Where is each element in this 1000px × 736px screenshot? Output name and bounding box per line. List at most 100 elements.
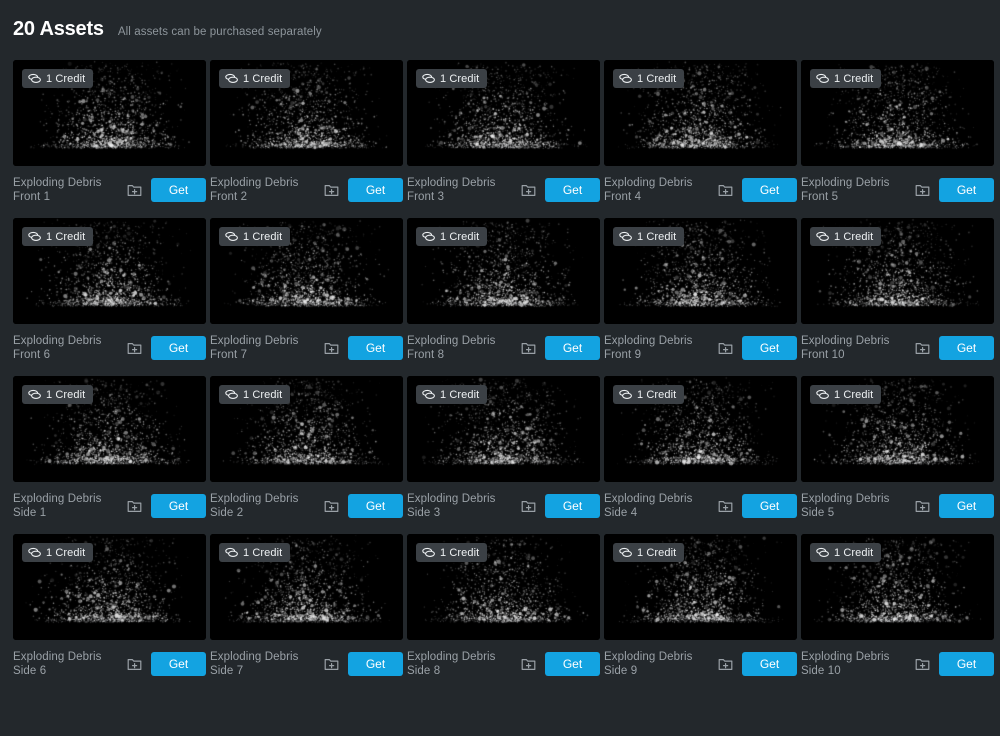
- add-to-collection-button[interactable]: [912, 338, 932, 358]
- add-to-collection-button[interactable]: [518, 654, 538, 674]
- asset-card-18[interactable]: 1 Credit Exploding Debris Side 8 Get: [407, 534, 600, 678]
- coin-stack-icon: [422, 547, 435, 557]
- asset-name: Exploding Debris Side 9: [604, 650, 693, 677]
- asset-card-20[interactable]: 1 Credit Exploding Debris Side 10 Get: [801, 534, 994, 678]
- credit-badge-label: 1 Credit: [637, 72, 677, 85]
- asset-thumbnail[interactable]: 1 Credit: [604, 218, 797, 324]
- get-button[interactable]: Get: [742, 651, 797, 676]
- add-to-collection-button[interactable]: [912, 654, 932, 674]
- get-button[interactable]: Get: [939, 651, 994, 676]
- get-button[interactable]: Get: [939, 177, 994, 202]
- asset-card-6[interactable]: 1 Credit Exploding Debris Front 6 Get: [13, 218, 206, 362]
- asset-thumbnail[interactable]: 1 Credit: [801, 376, 994, 482]
- get-button[interactable]: Get: [151, 335, 206, 360]
- asset-card-19[interactable]: 1 Credit Exploding Debris Side 9 Get: [604, 534, 797, 678]
- asset-thumbnail[interactable]: 1 Credit: [13, 218, 206, 324]
- asset-thumbnail[interactable]: 1 Credit: [604, 376, 797, 482]
- add-to-collection-button[interactable]: [912, 180, 932, 200]
- asset-card-8[interactable]: 1 Credit Exploding Debris Front 8 Get: [407, 218, 600, 362]
- asset-card-11[interactable]: 1 Credit Exploding Debris Side 1 Get: [13, 376, 206, 520]
- asset-card-9[interactable]: 1 Credit Exploding Debris Front 9 Get: [604, 218, 797, 362]
- add-to-collection-button[interactable]: [124, 654, 144, 674]
- add-to-collection-button[interactable]: [321, 338, 341, 358]
- get-button[interactable]: Get: [151, 651, 206, 676]
- asset-card-3[interactable]: 1 Credit Exploding Debris Front 3 Get: [407, 60, 600, 204]
- add-to-collection-button[interactable]: [124, 496, 144, 516]
- add-to-collection-button[interactable]: [321, 180, 341, 200]
- credit-badge: 1 Credit: [219, 385, 291, 404]
- get-button[interactable]: Get: [348, 651, 403, 676]
- asset-thumbnail[interactable]: 1 Credit: [801, 218, 994, 324]
- asset-card-16[interactable]: 1 Credit Exploding Debris Side 6 Get: [13, 534, 206, 678]
- asset-thumbnail[interactable]: 1 Credit: [801, 534, 994, 640]
- add-to-collection-button[interactable]: [518, 496, 538, 516]
- folder-add-icon: [718, 184, 732, 196]
- asset-thumbnail[interactable]: 1 Credit: [407, 534, 600, 640]
- asset-card-15[interactable]: 1 Credit Exploding Debris Side 5 Get: [801, 376, 994, 520]
- add-to-collection-button[interactable]: [321, 654, 341, 674]
- asset-card-footer: Exploding Debris Side 5 Get: [801, 491, 994, 520]
- add-to-collection-button[interactable]: [518, 338, 538, 358]
- get-button[interactable]: Get: [545, 335, 600, 360]
- folder-add-icon: [718, 658, 732, 670]
- asset-thumbnail[interactable]: 1 Credit: [210, 218, 403, 324]
- add-to-collection-button[interactable]: [715, 180, 735, 200]
- asset-card-1[interactable]: 1 Credit Exploding Debris Front 1 Get: [13, 60, 206, 204]
- asset-thumbnail[interactable]: 1 Credit: [13, 60, 206, 166]
- add-to-collection-button[interactable]: [912, 496, 932, 516]
- asset-thumbnail[interactable]: 1 Credit: [604, 60, 797, 166]
- get-button[interactable]: Get: [545, 177, 600, 202]
- get-button[interactable]: Get: [348, 177, 403, 202]
- asset-thumbnail[interactable]: 1 Credit: [801, 60, 994, 166]
- add-to-collection-button[interactable]: [518, 180, 538, 200]
- get-button[interactable]: Get: [151, 493, 206, 518]
- get-button[interactable]: Get: [939, 493, 994, 518]
- add-to-collection-button[interactable]: [715, 654, 735, 674]
- asset-card-12[interactable]: 1 Credit Exploding Debris Side 2 Get: [210, 376, 403, 520]
- asset-card-10[interactable]: 1 Credit Exploding Debris Front 10 Get: [801, 218, 994, 362]
- add-to-collection-button[interactable]: [124, 338, 144, 358]
- add-to-collection-button[interactable]: [124, 180, 144, 200]
- add-to-collection-button[interactable]: [321, 496, 341, 516]
- asset-thumbnail[interactable]: 1 Credit: [210, 376, 403, 482]
- credit-badge-label: 1 Credit: [46, 72, 86, 85]
- asset-name: Exploding Debris Front 8: [407, 334, 496, 361]
- asset-card-2[interactable]: 1 Credit Exploding Debris Front 2 Get: [210, 60, 403, 204]
- asset-name: Exploding Debris Side 1: [13, 492, 102, 519]
- asset-card-13[interactable]: 1 Credit Exploding Debris Side 3 Get: [407, 376, 600, 520]
- get-button[interactable]: Get: [545, 651, 600, 676]
- get-button[interactable]: Get: [348, 335, 403, 360]
- asset-thumbnail[interactable]: 1 Credit: [210, 534, 403, 640]
- folder-add-icon: [324, 658, 338, 670]
- asset-thumbnail[interactable]: 1 Credit: [407, 60, 600, 166]
- asset-thumbnail[interactable]: 1 Credit: [407, 218, 600, 324]
- asset-card-7[interactable]: 1 Credit Exploding Debris Front 7 Get: [210, 218, 403, 362]
- asset-thumbnail[interactable]: 1 Credit: [13, 534, 206, 640]
- credit-badge-label: 1 Credit: [637, 230, 677, 243]
- get-button[interactable]: Get: [151, 177, 206, 202]
- add-to-collection-button[interactable]: [715, 338, 735, 358]
- asset-card-4[interactable]: 1 Credit Exploding Debris Front 4 Get: [604, 60, 797, 204]
- credit-badge-label: 1 Credit: [834, 72, 874, 85]
- get-button[interactable]: Get: [742, 335, 797, 360]
- asset-name: Exploding Debris Front 1: [13, 176, 102, 203]
- asset-card-17[interactable]: 1 Credit Exploding Debris Side 7 Get: [210, 534, 403, 678]
- asset-thumbnail[interactable]: 1 Credit: [210, 60, 403, 166]
- credit-badge-label: 1 Credit: [834, 388, 874, 401]
- asset-card-5[interactable]: 1 Credit Exploding Debris Front 5 Get: [801, 60, 994, 204]
- asset-thumbnail[interactable]: 1 Credit: [13, 376, 206, 482]
- credit-badge: 1 Credit: [416, 543, 488, 562]
- get-button[interactable]: Get: [939, 335, 994, 360]
- get-button[interactable]: Get: [545, 493, 600, 518]
- add-to-collection-button[interactable]: [715, 496, 735, 516]
- asset-thumbnail[interactable]: 1 Credit: [604, 534, 797, 640]
- get-button[interactable]: Get: [742, 493, 797, 518]
- coin-stack-icon: [28, 389, 41, 399]
- asset-thumbnail[interactable]: 1 Credit: [407, 376, 600, 482]
- folder-add-icon: [324, 342, 338, 354]
- get-button[interactable]: Get: [348, 493, 403, 518]
- folder-add-icon: [915, 184, 929, 196]
- get-button[interactable]: Get: [742, 177, 797, 202]
- asset-card-14[interactable]: 1 Credit Exploding Debris Side 4 Get: [604, 376, 797, 520]
- folder-add-icon: [521, 342, 535, 354]
